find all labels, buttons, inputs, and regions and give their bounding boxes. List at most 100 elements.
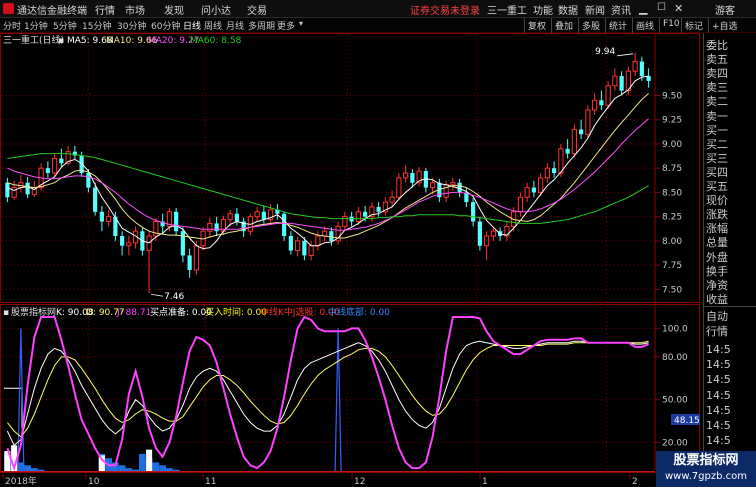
watermark-line1: 股票指标网: [673, 453, 739, 468]
tab-weekly[interactable]: 周线: [204, 19, 222, 32]
buy-signal-bar: [146, 449, 153, 471]
price-panel-title: 三一重工(日线): [3, 34, 64, 46]
huaxian-button[interactable]: 画线: [632, 18, 657, 33]
candle-down: [234, 213, 239, 222]
volume-signal-bar: [24, 465, 31, 471]
candle-up: [227, 213, 233, 221]
menu-shuju[interactable]: 数据: [558, 2, 578, 17]
menu-shichang[interactable]: 市场: [125, 2, 145, 17]
candle-up: [403, 172, 409, 179]
f10-button[interactable]: F10: [659, 18, 683, 33]
candle-down: [25, 182, 30, 195]
volume-signal-bar: [31, 468, 38, 471]
indicator-tick-label: 100.0: [662, 324, 688, 334]
menu-gongneng[interactable]: 功能: [533, 2, 553, 17]
tab-multi-period[interactable]: 多周期: [248, 19, 275, 32]
chart-area[interactable]: 9.94 7.46 2018年 10 11 12 1 2 三一重工(日线) ▪ MA5: 9…: [0, 33, 701, 487]
candle-down: [410, 173, 415, 183]
ticks-header-auto[interactable]: 自动: [706, 308, 728, 324]
price-tick-label: 8.00: [662, 237, 682, 247]
menu-hangqing[interactable]: 行情: [95, 2, 115, 17]
candle-up: [592, 99, 598, 111]
tab-15min[interactable]: 15分钟: [82, 19, 111, 32]
candle-up: [632, 61, 638, 72]
candle-down: [363, 211, 368, 217]
side-label: 收益: [706, 292, 728, 306]
menu-zixun[interactable]: 资讯: [611, 2, 631, 17]
candle-up: [517, 196, 523, 213]
candle-down: [45, 168, 50, 174]
menu-xinwen[interactable]: 新闻: [585, 2, 605, 17]
candle-down: [599, 100, 604, 106]
app-title: 通达信金融终端: [17, 6, 87, 17]
candle-down: [261, 211, 266, 220]
candle-up: [490, 230, 496, 237]
title-bar: 通达信金融终端 行情 市场 发现 问小达 交易 证券交易未登录 三一重工 功能 …: [0, 0, 756, 18]
tab-fenshi[interactable]: 分时: [3, 19, 21, 32]
candle-down: [477, 221, 482, 246]
stock-chart[interactable]: 9.947.46 2018年 10 11 12 1 2 三一重工(日线) ▪ MA5: 9…: [0, 33, 701, 487]
candle-up: [605, 85, 611, 106]
candle-up: [450, 182, 456, 186]
candle-down: [282, 213, 287, 237]
fuquan-button[interactable]: 复权: [524, 18, 549, 33]
volume-signal-bar: [132, 469, 139, 471]
tick-time: 14:5: [706, 403, 731, 417]
tab-daily[interactable]: 日线: [183, 19, 201, 32]
price-tick-label: 8.25: [662, 213, 682, 223]
x-axis-label: 1: [482, 477, 488, 487]
tab-monthly[interactable]: 月线: [226, 19, 244, 32]
volume-signal-bar: [172, 469, 180, 471]
candle-down: [619, 76, 624, 91]
tongji-button[interactable]: 统计: [605, 18, 630, 33]
minimize-icon[interactable]: ▁: [639, 2, 647, 15]
candle-down: [5, 182, 10, 198]
x-axis-label: 2018年: [5, 475, 37, 487]
menu-faxian[interactable]: 发现: [164, 2, 184, 17]
user-label[interactable]: 游客: [715, 2, 735, 17]
watermark-badge: 股票指标网 www.7gpzb.com: [656, 451, 756, 487]
watermark-line2: www.7gpzb.com: [665, 471, 747, 482]
candle-up: [315, 235, 321, 247]
candle-up: [396, 177, 402, 198]
candle-down: [93, 187, 98, 212]
candle-down: [59, 158, 64, 164]
candle-down: [288, 236, 293, 251]
diejia-button[interactable]: 叠加: [551, 18, 576, 33]
high-price-label: 9.94: [595, 47, 615, 57]
indicator-settings-icon[interactable]: ▪: [3, 308, 9, 318]
tab-5min[interactable]: 5分钟: [53, 19, 77, 32]
candle-up: [106, 216, 112, 223]
volume-signal-bar: [118, 465, 126, 471]
buy-prepare-label: 买点准备: 0.00: [150, 306, 212, 318]
title-stock-name: 三一重工: [487, 6, 527, 17]
tab-60min[interactable]: 60分钟: [151, 19, 180, 32]
ticks-header-quote[interactable]: 行情: [706, 323, 728, 339]
tab-30min[interactable]: 30分钟: [117, 19, 146, 32]
duogu-button[interactable]: 多股: [578, 18, 603, 33]
candle-up: [11, 187, 17, 198]
x-axis-label: 2: [632, 477, 638, 487]
add-favorite-button[interactable]: +自选: [708, 18, 741, 33]
candle-up: [443, 184, 449, 198]
login-notice[interactable]: 证券交易未登录: [410, 2, 480, 17]
more-chevron-icon[interactable]: ▾: [299, 19, 303, 28]
close-icon[interactable]: ✕: [674, 2, 683, 15]
menu-wenxiaoda[interactable]: 问小达: [201, 2, 231, 17]
biaoji-button[interactable]: 标记: [681, 18, 706, 33]
menu-jiaoyi[interactable]: 交易: [247, 2, 267, 17]
tick-time: 14:5: [706, 358, 731, 372]
indicator-tick-label: 20.00: [662, 438, 688, 448]
tab-more[interactable]: 更多: [277, 19, 295, 32]
tick-time: 14:5: [706, 419, 731, 432]
ma-settings-icon[interactable]: ▪: [58, 36, 64, 46]
candle-down: [639, 61, 644, 77]
price-tick-label: 7.75: [662, 261, 682, 271]
maximize-icon[interactable]: ☐: [657, 2, 666, 13]
volume-signal-bar: [139, 453, 146, 471]
indicator-tick-label: 50.00: [662, 396, 688, 406]
tick-time: 14:5: [706, 388, 731, 402]
tab-1min[interactable]: 1分钟: [24, 19, 48, 32]
volume-signal-bar: [152, 462, 160, 471]
candle-down: [120, 236, 125, 246]
